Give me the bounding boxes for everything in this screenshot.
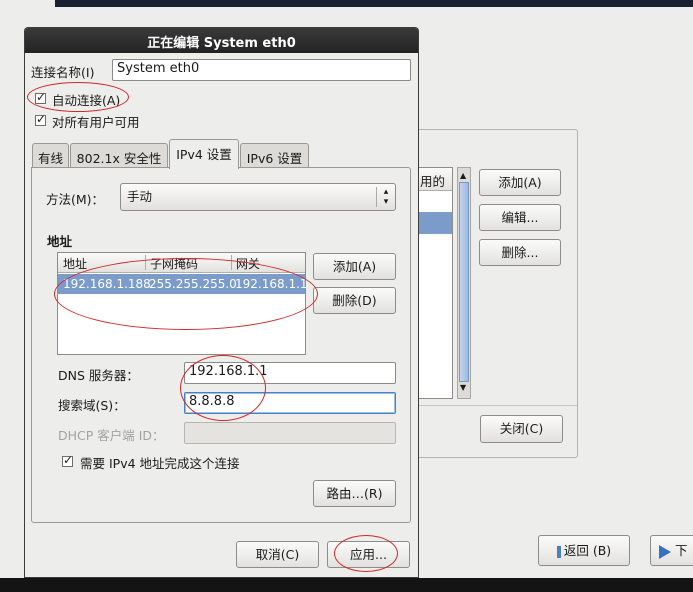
next-button-label: 下 — [675, 543, 688, 558]
method-label: 方法(M)： — [46, 192, 105, 207]
top-bar — [55, 0, 693, 7]
scroll-down-arrow-icon[interactable]: ▼ — [460, 383, 466, 392]
tab-8021x-security[interactable]: 802.1x 安全性 — [70, 143, 168, 168]
bg-close-button[interactable]: 关闭(C) — [480, 415, 563, 443]
row-netmask: 255.255.255.0 — [149, 277, 237, 291]
require-ipv4-checkbox[interactable] — [62, 453, 73, 467]
next-arrow-icon — [659, 544, 671, 559]
col-header-gateway[interactable]: 网关 — [236, 255, 260, 272]
table-row[interactable]: 192.168.1.188 255.255.255.0 192.168.1.1 — [58, 274, 308, 294]
background-list-header-label: 用的 — [420, 174, 446, 189]
separator — [411, 405, 577, 406]
bg-edit-button[interactable]: 编辑... — [479, 204, 561, 231]
address-table[interactable]: 地址 子网掩码 网关 192.168.1.188 255.255.255.0 1… — [57, 252, 308, 355]
search-domain-input[interactable]: 8.8.8.8 — [184, 392, 396, 414]
cancel-button[interactable]: 取消(C) — [236, 541, 319, 568]
routes-button[interactable]: 路由…(R) — [313, 480, 396, 507]
method-select-value: 手动 — [127, 189, 153, 204]
dhcp-client-id-label: DHCP 客户端 ID： — [58, 428, 165, 443]
dialog-titlebar[interactable]: 正在编辑 System eth0 — [25, 28, 418, 53]
combo-arrows-icon: ▴ ▾ — [376, 187, 395, 207]
col-divider — [231, 255, 232, 270]
all-users-checkbox[interactable] — [35, 112, 46, 126]
next-button[interactable]: 下 — [650, 535, 693, 566]
all-users-label[interactable]: 对所有用户可用 — [52, 112, 140, 131]
back-button[interactable]: 返回 (B) — [538, 535, 630, 566]
auto-connect-checkbox[interactable] — [35, 90, 46, 104]
conn-name-label: 连接名称(I) — [31, 65, 95, 80]
background-scrollbar[interactable]: ▲ ▼ — [457, 167, 471, 399]
auto-connect-label[interactable]: 自动连接(A) — [52, 90, 120, 109]
scrollbar-thumb[interactable] — [459, 182, 469, 382]
apply-button[interactable]: 应用... — [327, 541, 410, 568]
dns-label: DNS 服务器： — [58, 368, 139, 383]
address-delete-button[interactable]: 删除(D) — [313, 287, 396, 314]
tab-wired[interactable]: 有线 — [32, 143, 69, 168]
col-divider — [145, 255, 146, 270]
col-header-netmask[interactable]: 子网掩码 — [150, 255, 198, 272]
row-address: 192.168.1.188 — [63, 277, 151, 291]
scroll-up-arrow-icon[interactable]: ▲ — [460, 171, 466, 180]
conn-name-input[interactable]: System eth0 — [112, 59, 411, 81]
bottom-bar — [0, 578, 693, 592]
bg-add-button[interactable]: 添加(A) — [479, 169, 561, 196]
dhcp-client-id-input — [184, 422, 396, 444]
dialog-title: 正在编辑 System eth0 — [147, 36, 296, 51]
row-gateway: 192.168.1.1 — [235, 277, 308, 291]
dns-input[interactable]: 192.168.1.1 — [184, 362, 396, 384]
back-icon — [556, 545, 561, 558]
method-select[interactable]: 手动 ▴ ▾ — [120, 183, 396, 211]
back-button-label: 返回 (B) — [563, 543, 612, 558]
col-header-address[interactable]: 地址 — [63, 255, 87, 272]
require-ipv4-label[interactable]: 需要 IPv4 地址完成这个连接 — [80, 453, 240, 472]
address-table-header: 地址 子网掩码 网关 — [58, 253, 305, 273]
bg-delete-button[interactable]: 删除... — [479, 239, 561, 266]
tab-ipv6-settings[interactable]: IPv6 设置 — [240, 143, 309, 168]
address-section-title: 地址 — [47, 234, 73, 249]
search-domain-label: 搜索域(S)： — [58, 398, 126, 413]
tab-ipv4-settings[interactable]: IPv4 设置 — [169, 139, 239, 169]
address-add-button[interactable]: 添加(A) — [313, 253, 396, 280]
